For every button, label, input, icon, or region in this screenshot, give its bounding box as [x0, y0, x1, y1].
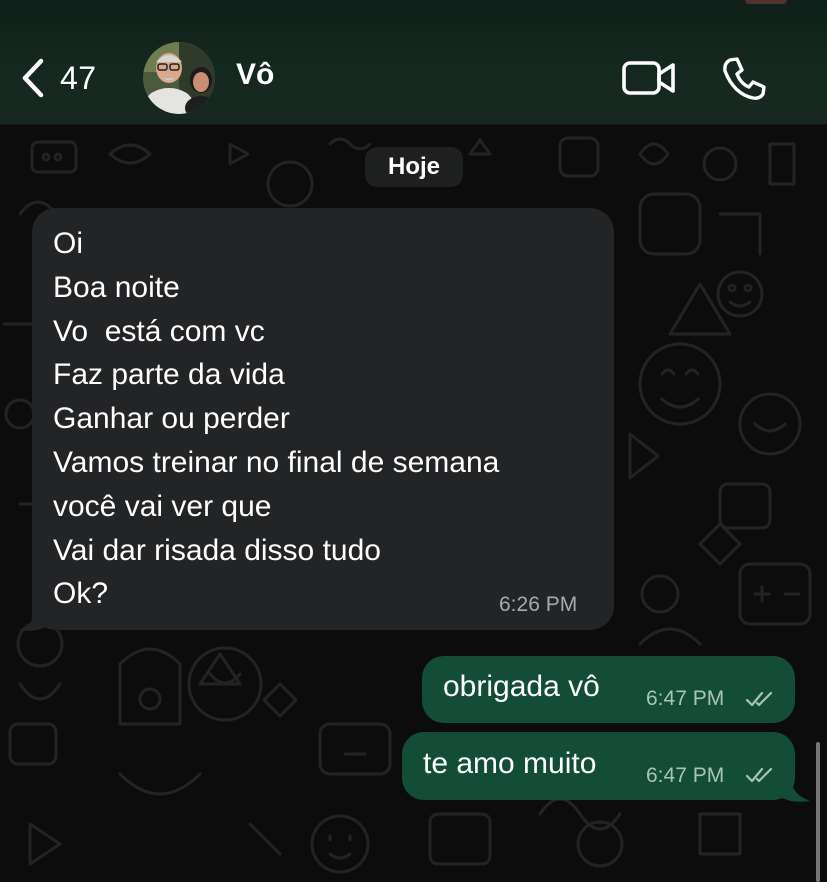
chevron-left-icon: [22, 58, 44, 98]
message-timestamp: 6:26 PM: [499, 593, 578, 616]
message-line: Boa noite: [53, 270, 180, 304]
avatar-photo: [143, 42, 215, 114]
avatar[interactable]: [143, 42, 215, 114]
back-button[interactable]: 47: [20, 56, 97, 100]
double-check-icon: [745, 691, 773, 707]
voice-call-button[interactable]: [720, 54, 768, 102]
message-line: Oi: [53, 227, 83, 260]
message-timestamp: 6:47 PM: [646, 687, 725, 710]
chat-header: 47 Vô: [0, 0, 827, 124]
outgoing-message-text: obrigada vô: [443, 670, 600, 703]
chat-screen: 47 Vô Hoje Oi Boa noite Vo está com vc F…: [0, 0, 827, 882]
message-timestamp: 6:47 PM: [646, 764, 725, 787]
video-camera-icon: [622, 61, 675, 95]
outgoing-message-text: te amo muito: [423, 747, 597, 780]
scrollbar[interactable]: [816, 742, 820, 882]
contact-name[interactable]: Vô: [236, 58, 274, 92]
message-line: Vai dar risada disso tudo: [53, 533, 381, 567]
video-call-button[interactable]: [621, 56, 677, 100]
message-line: Ganhar ou perder: [53, 402, 290, 436]
status-indicator: [745, 0, 787, 4]
message-line: Ok?: [53, 577, 109, 611]
message-line: você vai ver que: [53, 489, 272, 523]
incoming-message-text: Oi Boa noite Vo está com vc Faz parte da…: [53, 222, 499, 616]
double-check-icon: [745, 767, 773, 783]
unread-count: 47: [60, 59, 97, 96]
status-bar: [0, 0, 827, 10]
message-line: Faz parte da vida: [53, 358, 285, 392]
message-line: Vo está com vc: [53, 314, 265, 348]
phone-icon: [723, 57, 766, 100]
message-line: Vamos treinar no final de semana: [53, 445, 500, 479]
date-separator: Hoje: [365, 147, 463, 187]
